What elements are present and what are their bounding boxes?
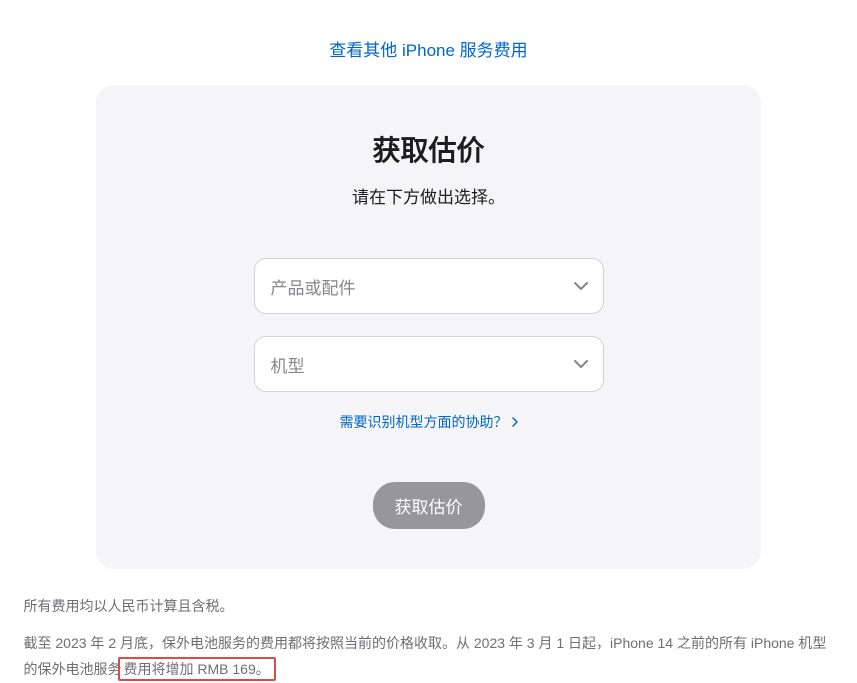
- product-select[interactable]: 产品或配件: [254, 258, 604, 314]
- footnotes: 所有费用均以人民币计算且含税。 截至 2023 年 2 月底，保外电池服务的费用…: [14, 593, 844, 683]
- estimate-card: 获取估价 请在下方做出选择。 产品或配件 机型 需要识别机型方面的协助？ 获取估…: [96, 85, 761, 569]
- footnote-tax: 所有费用均以人民币计算且含税。: [24, 593, 834, 620]
- card-title: 获取估价: [136, 129, 721, 169]
- card-subtitle: 请在下方做出选择。: [136, 183, 721, 208]
- help-link-label: 需要识别机型方面的协助？: [340, 412, 508, 432]
- model-select[interactable]: 机型: [254, 336, 604, 392]
- footnote-price-change: 截至 2023 年 2 月底，保外电池服务的费用都将按照当前的价格收取。从 20…: [24, 630, 834, 683]
- get-estimate-button[interactable]: 获取估价: [373, 482, 485, 529]
- highlighted-text: 费用将增加 RMB 169。: [118, 657, 276, 681]
- identify-model-help-link[interactable]: 需要识别机型方面的协助？: [340, 412, 518, 432]
- chevron-right-icon: [512, 414, 518, 430]
- view-other-services-link[interactable]: 查看其他 iPhone 服务费用: [329, 41, 527, 60]
